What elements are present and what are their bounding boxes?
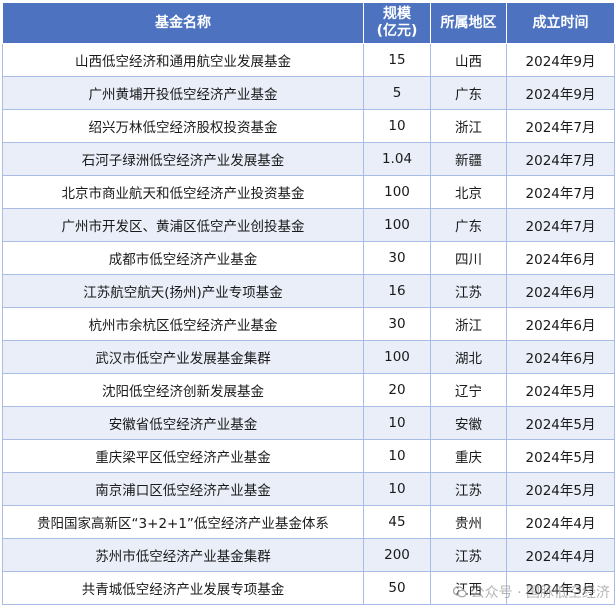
cell-scale: 15 [363, 43, 431, 77]
cell-date: 2024年5月 [506, 406, 615, 440]
table-row: 杭州市余杭区低空经济产业基金 30 浙江 2024年6月 [2, 307, 615, 341]
cell-date: 2024年6月 [506, 307, 615, 341]
table-row: 广州市开发区、黄浦区低空产业创投基金 100 广东 2024年7月 [2, 208, 615, 242]
cell-fund-name: 北京市商业航天和低空经济产业投资基金 [2, 175, 364, 209]
cell-region: 广东 [430, 76, 507, 110]
cell-scale: 45 [363, 505, 431, 539]
cell-region: 江苏 [430, 274, 507, 308]
table-row: 沈阳低空经济创新发展基金 20 辽宁 2024年5月 [2, 373, 615, 407]
header-fund-name: 基金名称 [2, 2, 364, 44]
table-row: 成都市低空经济产业基金 30 四川 2024年6月 [2, 241, 615, 275]
table-row: 绍兴万林低空经济股权投资基金 10 浙江 2024年7月 [2, 109, 615, 143]
table-row: 苏州市低空经济产业基金集群 200 江苏 2024年4月 [2, 538, 615, 572]
cell-region: 江苏 [430, 538, 507, 572]
cell-date: 2024年7月 [506, 109, 615, 143]
wechat-icon [452, 586, 467, 598]
header-region: 所属地区 [430, 2, 507, 44]
cell-region: 新疆 [430, 142, 507, 176]
cell-scale: 50 [363, 571, 431, 605]
cell-date: 2024年4月 [506, 538, 615, 572]
cell-date: 2024年7月 [506, 208, 615, 242]
cell-region: 贵州 [430, 505, 507, 539]
cell-region: 湖北 [430, 340, 507, 374]
table-row: 南京浦口区低空经济产业基金 10 江苏 2024年5月 [2, 472, 615, 506]
cell-scale: 10 [363, 439, 431, 473]
table-row: 贵阳国家高新区“3+2+1”低空经济产业基金体系 45 贵州 2024年4月 [2, 505, 615, 539]
cell-fund-name: 共青城低空经济产业发展专项基金 [2, 571, 364, 605]
table-header-row: 基金名称 规模 (亿元) 所属地区 成立时间 [2, 2, 615, 44]
cell-fund-name: 石河子绿洲低空经济产业发展基金 [2, 142, 364, 176]
cell-fund-name: 杭州市余杭区低空经济产业基金 [2, 307, 364, 341]
cell-date: 2024年5月 [506, 439, 615, 473]
cell-fund-name: 绍兴万林低空经济股权投资基金 [2, 109, 364, 143]
cell-scale: 10 [363, 406, 431, 440]
cell-region: 山西 [430, 43, 507, 77]
header-date: 成立时间 [506, 2, 615, 44]
table-row: 广州黄埔开投低空经济产业基金 5 广东 2024年9月 [2, 76, 615, 110]
cell-fund-name: 南京浦口区低空经济产业基金 [2, 472, 364, 506]
cell-date: 2024年6月 [506, 274, 615, 308]
cell-fund-name: 武汉市低空产业发展基金集群 [2, 340, 364, 374]
cell-region: 浙江 [430, 109, 507, 143]
cell-fund-name: 重庆梁平区低空经济产业基金 [2, 439, 364, 473]
cell-date: 2024年5月 [506, 472, 615, 506]
table-row: 武汉市低空产业发展基金集群 100 湖北 2024年6月 [2, 340, 615, 374]
cell-date: 2024年7月 [506, 175, 615, 209]
cell-fund-name: 贵阳国家高新区“3+2+1”低空经济产业基金体系 [2, 505, 364, 539]
table-row: 北京市商业航天和低空经济产业投资基金 100 北京 2024年7月 [2, 175, 615, 209]
table-row: 江苏航空航天(扬州)产业专项基金 16 江苏 2024年6月 [2, 274, 615, 308]
cell-scale: 20 [363, 373, 431, 407]
cell-scale: 10 [363, 472, 431, 506]
cell-scale: 1.04 [363, 142, 431, 176]
watermark-text: 公众号 · 国脉低空经济 [470, 585, 610, 601]
cell-date: 2024年5月 [506, 373, 615, 407]
cell-region: 浙江 [430, 307, 507, 341]
table-row: 石河子绿洲低空经济产业发展基金 1.04 新疆 2024年7月 [2, 142, 615, 176]
cell-fund-name: 苏州市低空经济产业基金集群 [2, 538, 364, 572]
cell-scale: 16 [363, 274, 431, 308]
cell-date: 2024年9月 [506, 76, 615, 110]
table-row: 重庆梁平区低空经济产业基金 10 重庆 2024年5月 [2, 439, 615, 473]
header-scale-line2: (亿元) [376, 23, 418, 39]
cell-fund-name: 广州市开发区、黄浦区低空产业创投基金 [2, 208, 364, 242]
cell-fund-name: 江苏航空航天(扬州)产业专项基金 [2, 274, 364, 308]
header-scale: 规模 (亿元) [363, 2, 431, 44]
table-row: 山西低空经济和通用航空业发展基金 15 山西 2024年9月 [2, 43, 615, 77]
cell-region: 安徽 [430, 406, 507, 440]
watermark: 公众号 · 国脉低空经济 [452, 582, 610, 602]
cell-fund-name: 安徽省低空经济产业基金 [2, 406, 364, 440]
cell-scale: 10 [363, 109, 431, 143]
cell-scale: 30 [363, 307, 431, 341]
cell-region: 四川 [430, 241, 507, 275]
cell-scale: 200 [363, 538, 431, 572]
cell-region: 江苏 [430, 472, 507, 506]
cell-date: 2024年6月 [506, 241, 615, 275]
cell-date: 2024年4月 [506, 505, 615, 539]
cell-date: 2024年7月 [506, 142, 615, 176]
cell-date: 2024年9月 [506, 43, 615, 77]
cell-region: 广东 [430, 208, 507, 242]
cell-scale: 5 [363, 76, 431, 110]
cell-scale: 30 [363, 241, 431, 275]
table-row: 安徽省低空经济产业基金 10 安徽 2024年5月 [2, 406, 615, 440]
cell-region: 重庆 [430, 439, 507, 473]
cell-region: 辽宁 [430, 373, 507, 407]
header-scale-line1: 规模 [383, 6, 411, 22]
cell-fund-name: 沈阳低空经济创新发展基金 [2, 373, 364, 407]
cell-region: 北京 [430, 175, 507, 209]
cell-fund-name: 广州黄埔开投低空经济产业基金 [2, 76, 364, 110]
cell-scale: 100 [363, 208, 431, 242]
fund-table: 基金名称 规模 (亿元) 所属地区 成立时间 山西低空经济和通用航空业发展基金 1… [2, 2, 615, 605]
cell-fund-name: 成都市低空经济产业基金 [2, 241, 364, 275]
cell-date: 2024年6月 [506, 340, 615, 374]
cell-scale: 100 [363, 175, 431, 209]
cell-fund-name: 山西低空经济和通用航空业发展基金 [2, 43, 364, 77]
table-body: 山西低空经济和通用航空业发展基金 15 山西 2024年9月 广州黄埔开投低空经济产业基… [2, 43, 615, 605]
cell-scale: 100 [363, 340, 431, 374]
